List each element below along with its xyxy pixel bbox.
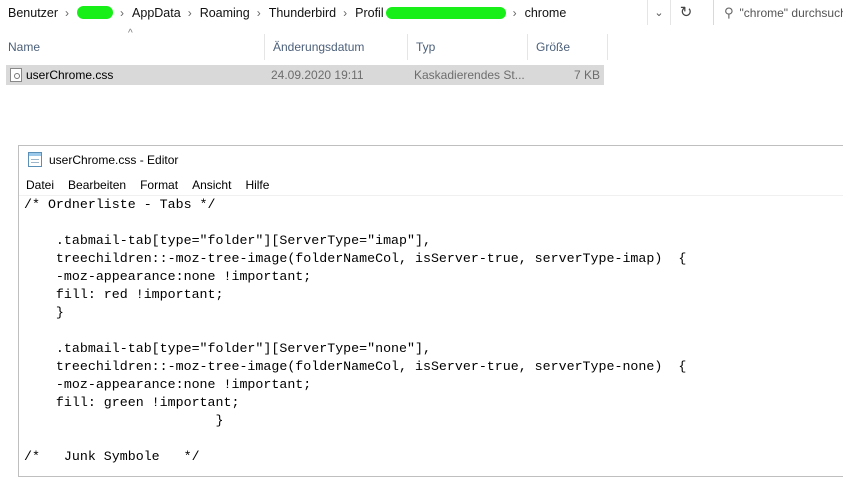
breadcrumb-benutzer[interactable]: Benutzer xyxy=(8,6,58,20)
code-line: } xyxy=(24,413,224,428)
code-line: fill: green !important; xyxy=(24,395,240,410)
breadcrumb-profile[interactable]: Profil xyxy=(355,6,383,20)
title-bar[interactable]: userChrome.css - Editor xyxy=(19,146,843,173)
search-input[interactable]: ⚲ "chrome" durchsuchen xyxy=(713,0,843,25)
column-header-row: ^ Name Änderungsdatum Typ Größe xyxy=(0,28,608,60)
breadcrumb-appdata[interactable]: AppData xyxy=(132,6,181,20)
code-line: .tabmail-tab[type="folder"][ServerType="… xyxy=(24,341,431,356)
search-icon: ⚲ xyxy=(724,4,734,20)
menu-ansicht[interactable]: Ansicht xyxy=(185,178,238,192)
window-title: userChrome.css - Editor xyxy=(49,152,179,167)
text-editor-area[interactable]: /* Ordnerliste - Tabs */ .tabmail-tab[ty… xyxy=(19,195,843,476)
breadcrumb-thunderbird[interactable]: Thunderbird xyxy=(269,6,336,20)
column-header-name[interactable]: Name xyxy=(0,34,265,60)
css-file-icon xyxy=(10,68,22,82)
code-line: /* Ordnerliste - Tabs */ xyxy=(24,197,216,212)
address-bar[interactable]: Benutzer › › AppData › Roaming › Thunder… xyxy=(0,0,700,25)
file-row[interactable]: userChrome.css 24.09.2020 19:11 Kaskadie… xyxy=(6,65,604,85)
code-line: fill: red !important; xyxy=(24,287,224,302)
code-line: -moz-appearance:none !important; xyxy=(24,269,312,284)
column-header-date[interactable]: Änderungsdatum xyxy=(265,34,408,60)
menu-format[interactable]: Format xyxy=(133,178,185,192)
file-type: Kaskadierendes St... xyxy=(414,68,525,82)
search-placeholder: "chrome" durchsuchen xyxy=(739,5,843,20)
file-size: 7 KB xyxy=(573,68,600,82)
code-line: treechildren::-moz-tree-image(folderName… xyxy=(24,359,687,374)
address-controls: ⌄ ↻ xyxy=(647,0,701,25)
menu-hilfe[interactable]: Hilfe xyxy=(238,178,276,192)
column-header-type[interactable]: Typ xyxy=(408,34,528,60)
code-line: -moz-appearance:none !important; xyxy=(24,377,312,392)
code-line: } xyxy=(24,305,64,320)
column-header-size[interactable]: Größe xyxy=(528,34,608,60)
code-line: .tabmail-tab[type="folder"][ServerType="… xyxy=(24,233,431,248)
chevron-right-icon[interactable]: › xyxy=(513,6,517,20)
chevron-right-icon[interactable]: › xyxy=(65,6,69,20)
refresh-icon[interactable]: ↻ xyxy=(670,0,701,25)
chevron-right-icon[interactable]: › xyxy=(343,6,347,20)
breadcrumb-roaming[interactable]: Roaming xyxy=(200,6,250,20)
chevron-right-icon[interactable]: › xyxy=(120,6,124,20)
chevron-right-icon[interactable]: › xyxy=(257,6,261,20)
chevron-down-icon[interactable]: ⌄ xyxy=(648,6,670,19)
menu-bearbeiten[interactable]: Bearbeiten xyxy=(61,178,133,192)
code-line: treechildren::-moz-tree-image(folderName… xyxy=(24,251,687,266)
notepad-icon xyxy=(28,152,42,167)
menu-bar: Datei Bearbeiten Format Ansicht Hilfe xyxy=(19,175,276,195)
chevron-right-icon[interactable]: › xyxy=(188,6,192,20)
code-line: /* Junk Symbole */ xyxy=(24,449,200,464)
redaction-mark xyxy=(385,6,506,19)
file-modified: 24.09.2020 19:11 xyxy=(271,68,364,82)
file-name: userChrome.css xyxy=(26,68,114,82)
menu-datei[interactable]: Datei xyxy=(19,178,61,192)
breadcrumb-chrome[interactable]: chrome xyxy=(525,6,567,20)
redaction-mark xyxy=(77,6,114,19)
notepad-window: userChrome.css - Editor Datei Bearbeiten… xyxy=(18,145,843,477)
